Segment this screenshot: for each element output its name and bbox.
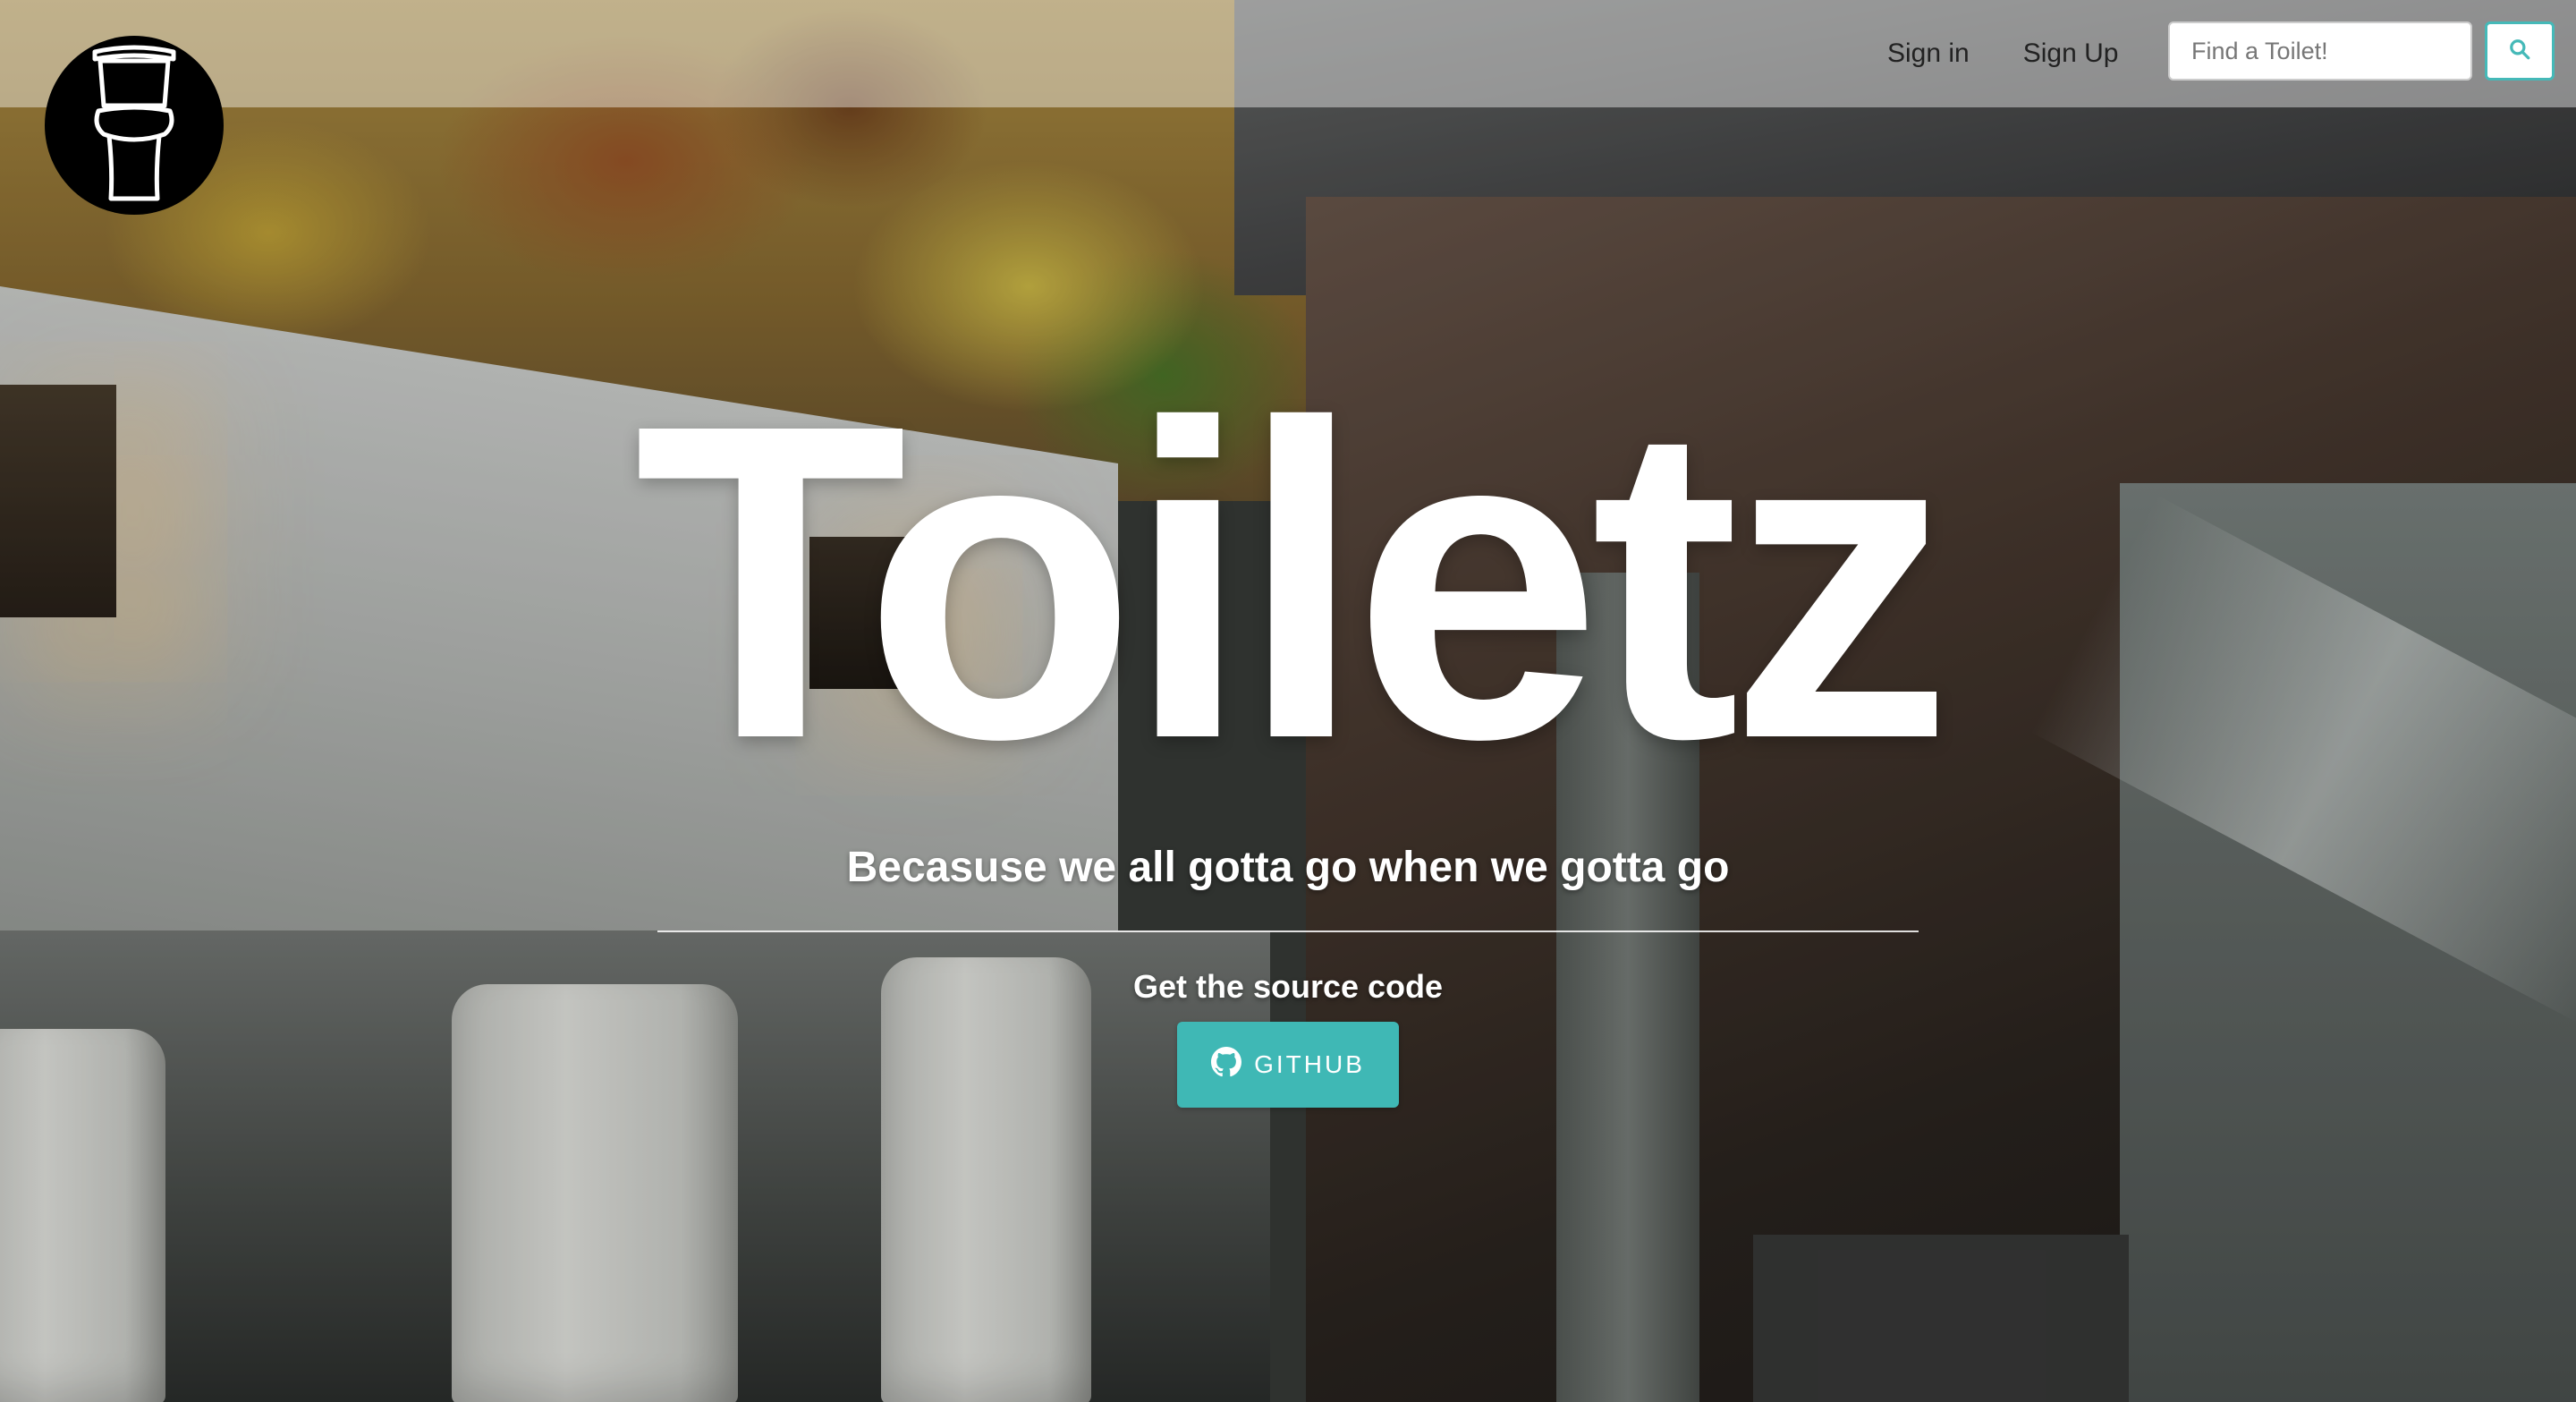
nav-links: Sign in Sign Up bbox=[1860, 0, 2145, 107]
page: Toiletz Becasuse we all gotta go when we… bbox=[0, 0, 2576, 1402]
github-button-label: GITHUB bbox=[1254, 1050, 1365, 1078]
brand-logo[interactable] bbox=[45, 36, 224, 215]
navbar: Sign in Sign Up bbox=[0, 0, 2576, 107]
search-input[interactable] bbox=[2168, 21, 2472, 81]
search-icon bbox=[2508, 38, 2531, 65]
source-code-text: Get the source code bbox=[1132, 968, 1444, 1005]
hero-title: Toiletz bbox=[633, 331, 1953, 831]
hero-divider bbox=[657, 930, 1919, 932]
sign-in-link[interactable]: Sign in bbox=[1860, 38, 1996, 69]
search-button[interactable] bbox=[2485, 21, 2555, 81]
sign-up-link[interactable]: Sign Up bbox=[1996, 38, 2146, 69]
hero-subtitle: Becasuse we all gotta go when we gotta g… bbox=[846, 844, 1730, 891]
github-button[interactable]: GITHUB bbox=[1177, 1022, 1399, 1108]
hero: Toiletz Becasuse we all gotta go when we… bbox=[0, 0, 2576, 1402]
search-form bbox=[2168, 21, 2555, 81]
github-icon bbox=[1211, 1046, 1242, 1083]
